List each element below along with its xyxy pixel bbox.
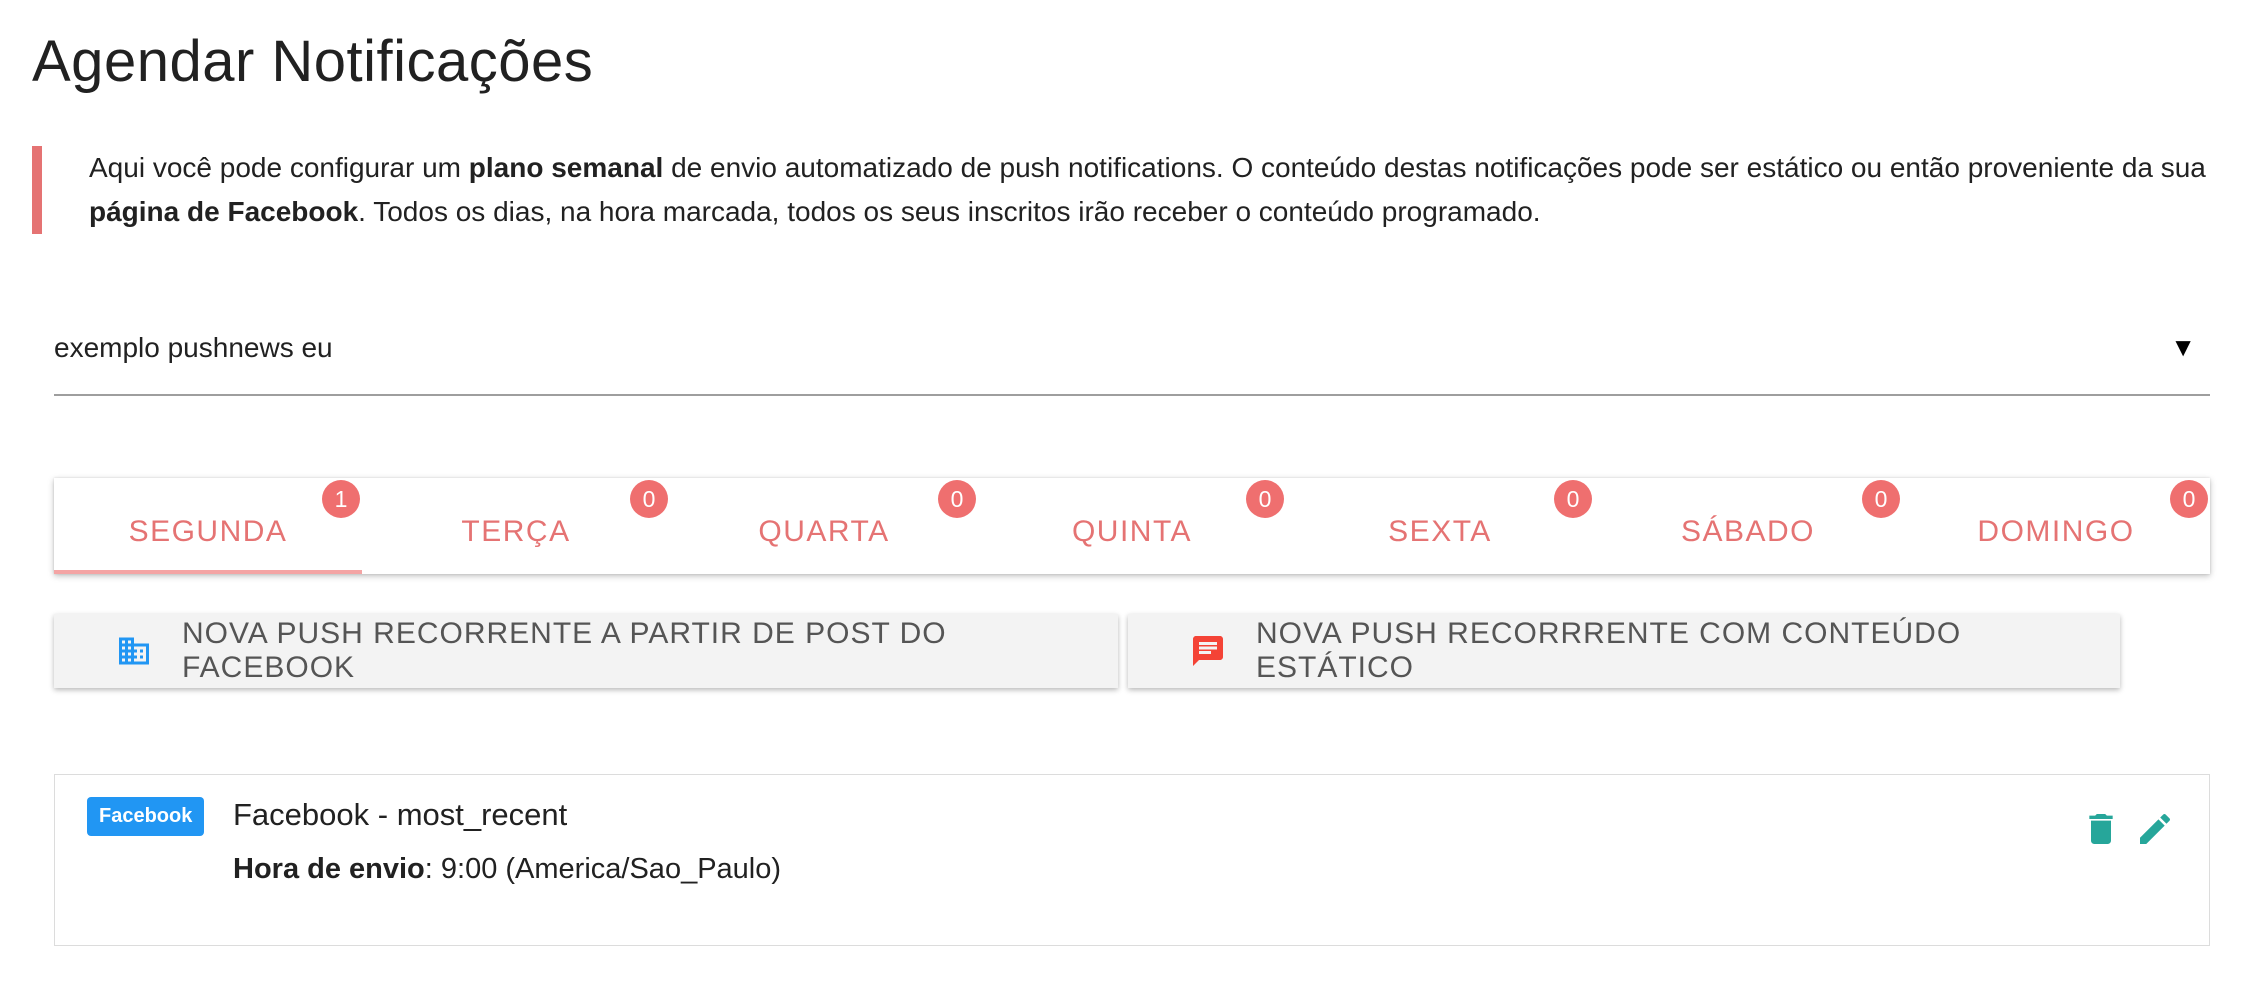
new-static-push-label: NOVA PUSH RECORRRENTE COM CONTEÚDO ESTÁT…	[1256, 617, 1962, 684]
tab-quinta[interactable]: QUINTA 0	[978, 478, 1286, 574]
tab-count-badge: 0	[2170, 480, 2208, 518]
pencil-icon[interactable]	[2135, 809, 2175, 849]
tab-count-badge: 0	[938, 480, 976, 518]
weekday-tabs: SEGUNDA 1 TERÇA 0 QUARTA 0 QUINTA 0 SEXT…	[54, 478, 2210, 574]
schedule-item-actions	[2081, 809, 2175, 849]
time-label: Hora de envio	[233, 853, 425, 885]
intro-text-3: . Todos os dias, na hora marcada, todos …	[358, 196, 1541, 227]
source-tag: Facebook	[87, 797, 205, 836]
schedule-item-time: Hora de envio: 9:00 (America/Sao_Paulo)	[233, 853, 781, 886]
schedule-item-card: Facebook Facebook - most_recent Hora de …	[54, 774, 2210, 946]
tab-label: TERÇA	[461, 515, 571, 548]
new-facebook-push-button[interactable]: NOVA PUSH RECORRENTE A PARTIR DE POST DO…	[54, 614, 1118, 688]
intro-bold-weekly-plan: plano semanal	[468, 152, 664, 183]
intro-text-2: de envio automatizado de push notificati…	[663, 152, 2206, 183]
intro-text-1: Aqui você pode configurar um	[89, 152, 469, 183]
tab-label: SEXTA	[1388, 515, 1492, 548]
page-title: Agendar Notificações	[32, 29, 594, 94]
tab-count-badge: 0	[630, 480, 668, 518]
tab-sabado[interactable]: SÁBADO 0	[1594, 478, 1902, 574]
time-value: : 9:00 (America/Sao_Paulo)	[424, 853, 782, 885]
tab-count-badge: 1	[322, 480, 360, 518]
dropdown-arrow-icon[interactable]: ▼	[2170, 332, 2196, 363]
tab-quarta[interactable]: QUARTA 0	[670, 478, 978, 574]
tab-terca[interactable]: TERÇA 0	[362, 478, 670, 574]
trash-icon[interactable]	[2081, 809, 2121, 849]
tab-count-badge: 0	[1862, 480, 1900, 518]
intro-blockquote: Aqui você pode configurar um plano seman…	[32, 146, 2212, 234]
intro-bold-facebook-page: página de Facebook	[89, 196, 359, 227]
business-icon	[116, 633, 152, 669]
new-facebook-push-label: NOVA PUSH RECORRENTE A PARTIR DE POST DO…	[182, 617, 947, 684]
schedule-item-title: Facebook - most_recent	[233, 797, 568, 832]
new-static-push-button[interactable]: NOVA PUSH RECORRRENTE COM CONTEÚDO ESTÁT…	[1128, 614, 2120, 688]
message-icon	[1190, 633, 1226, 669]
tab-label: QUARTA	[758, 515, 890, 548]
tab-count-badge: 0	[1246, 480, 1284, 518]
tab-count-badge: 0	[1554, 480, 1592, 518]
tab-label: QUINTA	[1071, 515, 1193, 548]
tab-label: DOMINGO	[1977, 515, 2135, 548]
tab-segunda[interactable]: SEGUNDA 1	[54, 478, 362, 574]
tab-sexta[interactable]: SEXTA 0	[1286, 478, 1594, 574]
tab-label: SÁBADO	[1680, 515, 1816, 548]
tab-domingo[interactable]: DOMINGO 0	[1902, 478, 2210, 574]
site-select-value: exemplo pushnews eu	[54, 332, 333, 363]
site-select[interactable]: exemplo pushnews eu ▼	[54, 320, 2210, 396]
tab-label: SEGUNDA	[128, 515, 288, 548]
